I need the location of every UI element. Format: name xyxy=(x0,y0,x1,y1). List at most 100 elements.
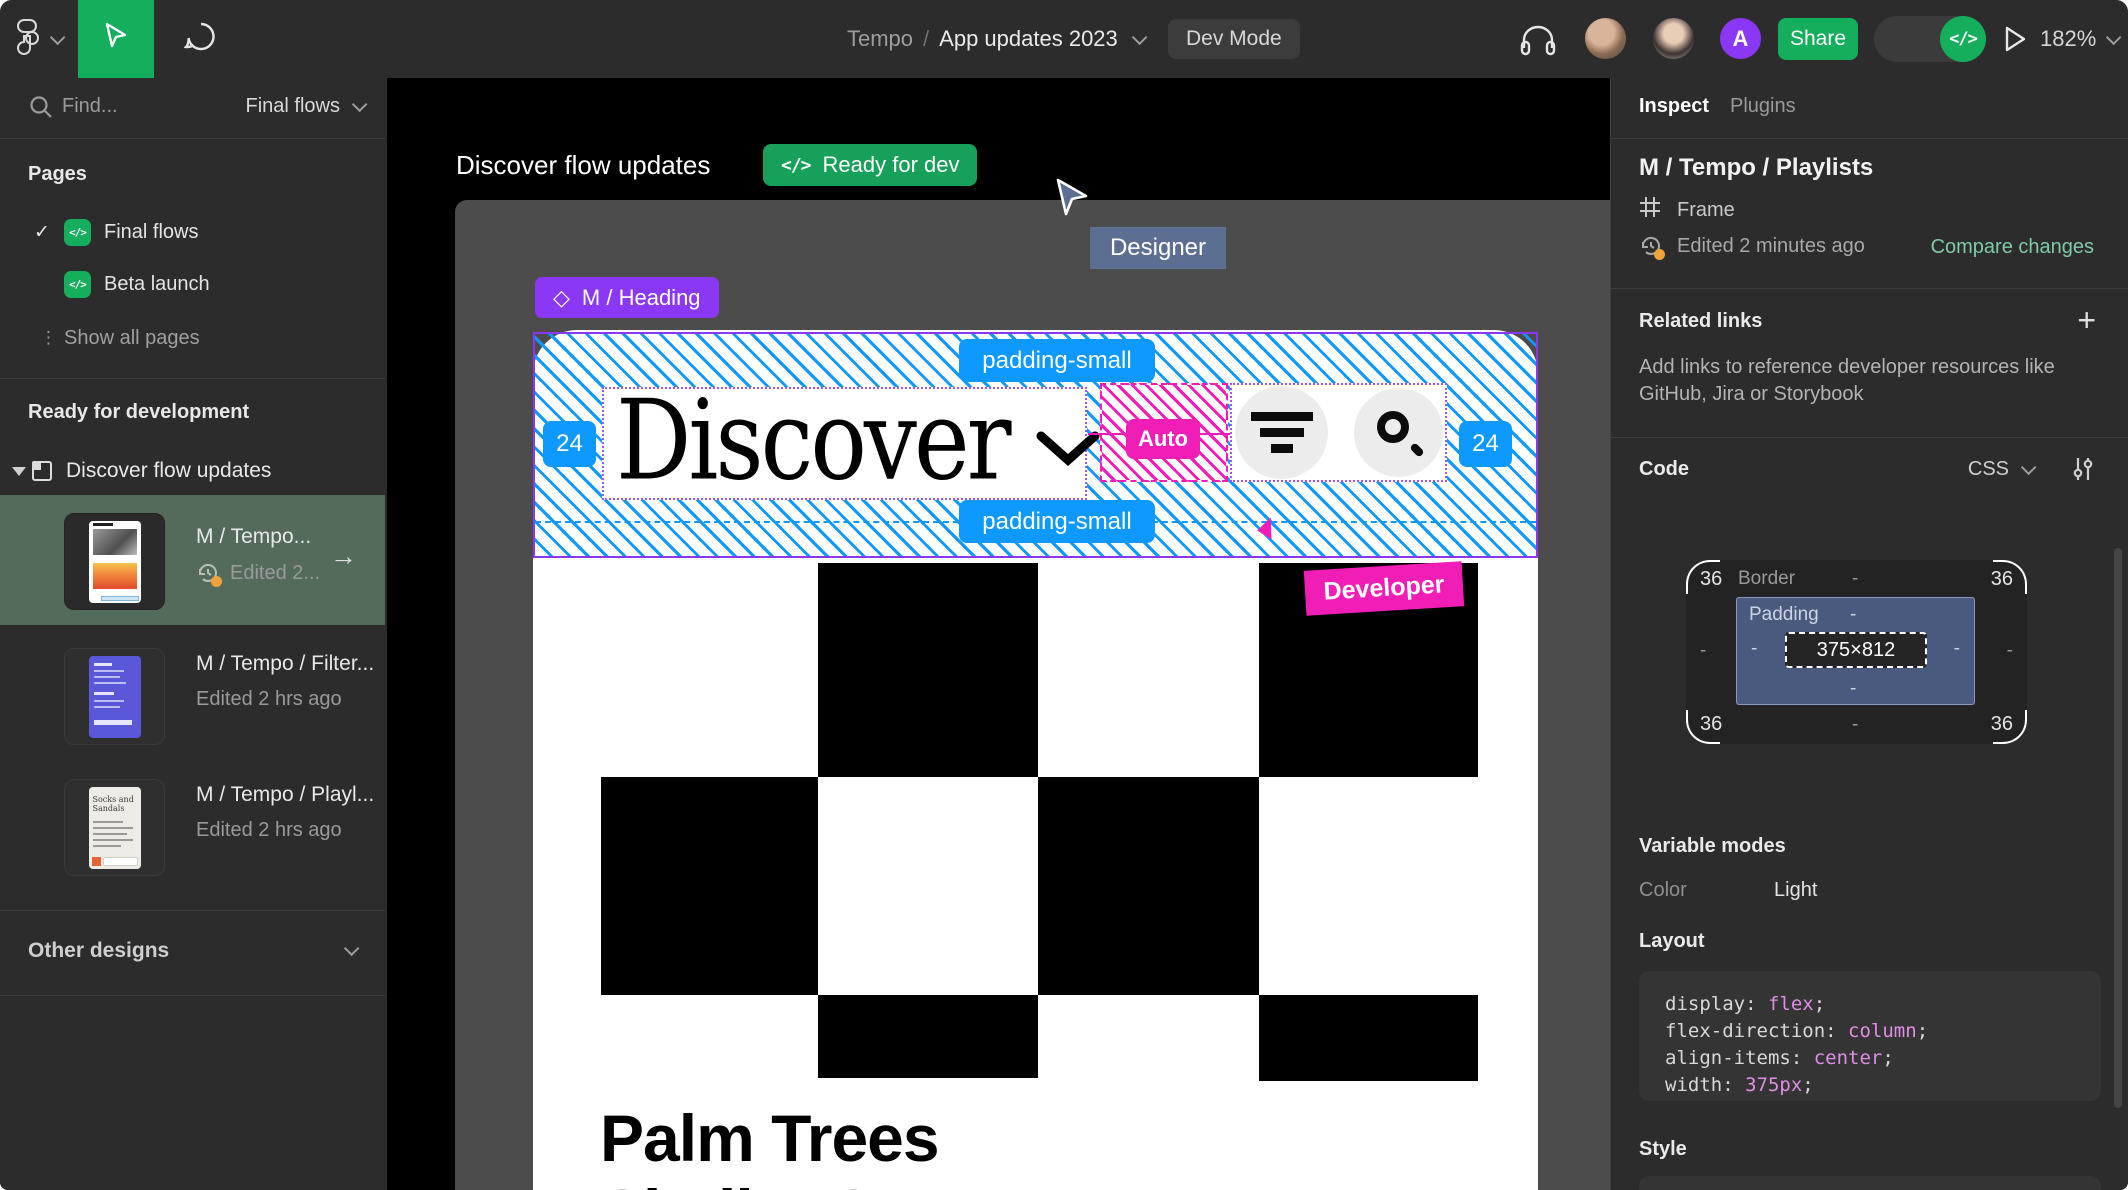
design-edited: Edited 2 hrs ago xyxy=(196,688,342,710)
tab-plugins[interactable]: Plugins xyxy=(1730,95,1796,118)
checker-block xyxy=(818,563,1038,777)
edited-timestamp: Edited 2 minutes ago xyxy=(1677,234,1865,257)
heading-text: Discover xyxy=(616,376,1012,506)
comment-tool-button[interactable] xyxy=(178,16,224,62)
present-button[interactable] xyxy=(1999,24,2031,54)
collaborator-avatar-1[interactable] xyxy=(1583,16,1628,61)
find-input[interactable]: Find... xyxy=(62,95,118,118)
other-designs-label: Other designs xyxy=(28,939,170,962)
layout-code-block[interactable]: display: flex; flex-direction: column; a… xyxy=(1639,971,2101,1101)
padding-bottom-value: - xyxy=(1850,678,1857,699)
file-menu-chevron-icon[interactable] xyxy=(1131,29,1148,45)
border-top-value: - xyxy=(1852,568,1859,589)
left-sidebar: Find... Final flows Pages ✓ </> Final fl… xyxy=(0,78,385,1190)
design-title: M / Tempo... xyxy=(196,525,312,548)
scope-filter-dropdown[interactable]: Final flows xyxy=(246,95,368,118)
code-section-header: Code xyxy=(1639,458,1689,480)
selection-title: M / Tempo / Playlists xyxy=(1639,154,1874,181)
ready-for-dev-badge[interactable]: </> Ready for dev xyxy=(763,144,978,186)
breadcrumb[interactable]: Tempo / App updates 2023 xyxy=(847,0,1148,78)
code-icon: </> xyxy=(781,154,811,176)
magnifier-icon xyxy=(1376,410,1425,458)
design-item[interactable]: Socks and Sandals M / Tempo / Playl... E… xyxy=(0,761,385,891)
developer-cursor-icon xyxy=(1255,500,1295,549)
section-icon xyxy=(32,461,52,481)
flow-section-title[interactable]: Discover flow updates xyxy=(456,150,710,181)
language-chevron-icon xyxy=(2020,459,2037,476)
design-frame[interactable]: Palm Trees Similar Songs Developer Disco… xyxy=(455,200,1610,1190)
version-history-icon xyxy=(1639,234,1665,260)
divider xyxy=(1611,138,2128,139)
breadcrumb-project[interactable]: Tempo xyxy=(847,26,913,52)
component-label-chip[interactable]: ◇ M / Heading xyxy=(535,277,719,318)
header-icons-bounds[interactable] xyxy=(1230,383,1447,482)
heading-component-overlay[interactable]: Discover Auto 24 24 padding-small paddin… xyxy=(533,332,1538,558)
padding-label: Padding xyxy=(1749,604,1819,625)
padding-box[interactable]: Padding - - - - 375×812 xyxy=(1736,597,1975,705)
other-designs-section[interactable]: Other designs xyxy=(0,911,385,995)
disclosure-triangle-icon[interactable] xyxy=(12,466,26,476)
code-line: width: 375px; xyxy=(1665,1074,1814,1096)
border-label: Border xyxy=(1738,568,1796,589)
dev-page-icon: </> xyxy=(64,218,91,246)
box-model-diagram[interactable]: 36 36 36 36 Border - - - - Padding - - -… xyxy=(1686,560,2027,744)
show-all-pages-button[interactable]: ⋮ Show all pages xyxy=(0,315,385,361)
breadcrumb-separator: / xyxy=(923,26,930,51)
kebab-icon: ⋮ xyxy=(40,328,57,347)
dev-mode-toggle-knob[interactable]: </> xyxy=(1940,16,1986,62)
open-design-arrow[interactable]: → xyxy=(330,541,357,572)
thumbnail-preview: Socks and Sandals xyxy=(88,786,141,869)
variable-modes-header: Variable modes xyxy=(1639,835,1786,857)
code-line: flex-direction: column; xyxy=(1665,1020,1929,1042)
zoom-menu[interactable]: 182% xyxy=(2040,0,2122,78)
edited-row: Edited 2 minutes ago xyxy=(1639,234,1865,260)
divider xyxy=(0,138,385,139)
show-all-pages-label: Show all pages xyxy=(64,326,200,349)
code-line: align-items: center; xyxy=(1665,1047,1894,1069)
filter-button xyxy=(1235,386,1328,479)
section-discover-flow-updates[interactable]: Discover flow updates xyxy=(0,448,385,494)
element-size[interactable]: 375×812 xyxy=(1785,632,1927,668)
compare-changes-link[interactable]: Compare changes xyxy=(1931,236,2094,259)
variable-mode-value[interactable]: Light xyxy=(1774,879,1817,902)
panel-scrollbar[interactable] xyxy=(2114,548,2122,1108)
find-bar[interactable]: Find... Final flows xyxy=(0,78,385,138)
audio-call-button[interactable] xyxy=(1519,22,1559,58)
add-link-button[interactable]: + xyxy=(2077,302,2096,339)
code-settings-button[interactable] xyxy=(2070,456,2096,487)
padding-right-value: - xyxy=(1953,638,1960,659)
design-item-selected[interactable]: M / Tempo... Edited 2... → xyxy=(0,495,385,625)
design-item[interactable]: M / Tempo / Filter... Edited 2 hrs ago xyxy=(0,630,385,760)
thumbnail-preview xyxy=(88,520,141,603)
margin-left-value: - xyxy=(1700,640,1707,661)
design-title: M / Tempo / Playl... xyxy=(196,783,375,806)
section-label: Discover flow updates xyxy=(66,459,272,482)
related-links-header: Related links xyxy=(1639,310,1763,332)
page-label: Final flows xyxy=(104,220,199,243)
divider xyxy=(1611,437,2128,438)
design-edited: Edited 2 hrs ago xyxy=(196,819,342,841)
comment-bubble-icon xyxy=(183,20,218,59)
style-code-block[interactable] xyxy=(1639,1176,2101,1190)
breadcrumb-file-name[interactable]: App updates 2023 xyxy=(939,26,1118,52)
gap-measurement-right: 24 xyxy=(1459,421,1512,467)
heading-text-bounds[interactable]: Discover xyxy=(602,376,1100,506)
design-thumbnail xyxy=(64,513,165,610)
related-links-description: Add links to reference developer resourc… xyxy=(1639,356,2055,405)
share-button[interactable]: Share xyxy=(1778,18,1858,60)
dev-mode-toggle[interactable]: </> xyxy=(1874,16,1986,62)
sidebar-item-beta-launch[interactable]: </> Beta launch xyxy=(0,261,385,307)
design-thumbnail: Socks and Sandals xyxy=(64,779,165,876)
search-button xyxy=(1354,388,1443,477)
sidebar-item-final-flows[interactable]: ✓ </> Final flows xyxy=(0,209,385,255)
main-menu-button[interactable] xyxy=(16,18,72,60)
canvas[interactable]: Discover flow updates </> Ready for dev … xyxy=(387,78,1610,1190)
collaborator-avatar-2[interactable] xyxy=(1651,16,1696,61)
component-diamond-icon: ◇ xyxy=(553,284,570,310)
frame-grid-icon xyxy=(1639,196,1661,224)
code-language-dropdown[interactable]: CSS xyxy=(1968,458,2037,481)
move-tool-button[interactable] xyxy=(78,0,154,78)
selection-type-row: Frame xyxy=(1639,196,1735,224)
collaborator-avatar-3[interactable]: A xyxy=(1718,16,1763,61)
tab-inspect[interactable]: Inspect xyxy=(1639,95,1709,118)
